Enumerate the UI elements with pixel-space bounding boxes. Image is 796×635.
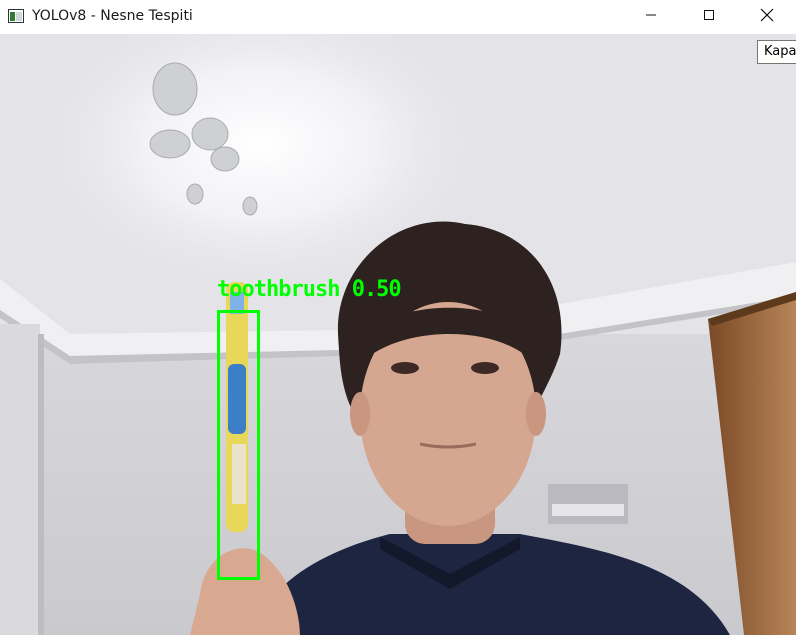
maximize-icon: [703, 8, 715, 26]
window-title: YOLOv8 - Nesne Tespiti: [32, 8, 193, 24]
title-bar: YOLOv8 - Nesne Tespiti: [0, 0, 796, 34]
minimize-button[interactable]: [622, 0, 680, 34]
maximize-button[interactable]: [680, 0, 738, 34]
minimize-icon: [645, 8, 657, 26]
close-icon: [760, 8, 774, 27]
detection-label: toothbrush 0.50: [217, 277, 402, 302]
close-tooltip: Kapat: [757, 40, 796, 64]
camera-frame: toothbrush 0.50: [0, 34, 796, 635]
opencv-window-icon: [8, 9, 24, 23]
webcam-image: [0, 34, 796, 635]
detection-bounding-box: [217, 310, 260, 580]
close-button[interactable]: [738, 0, 796, 34]
